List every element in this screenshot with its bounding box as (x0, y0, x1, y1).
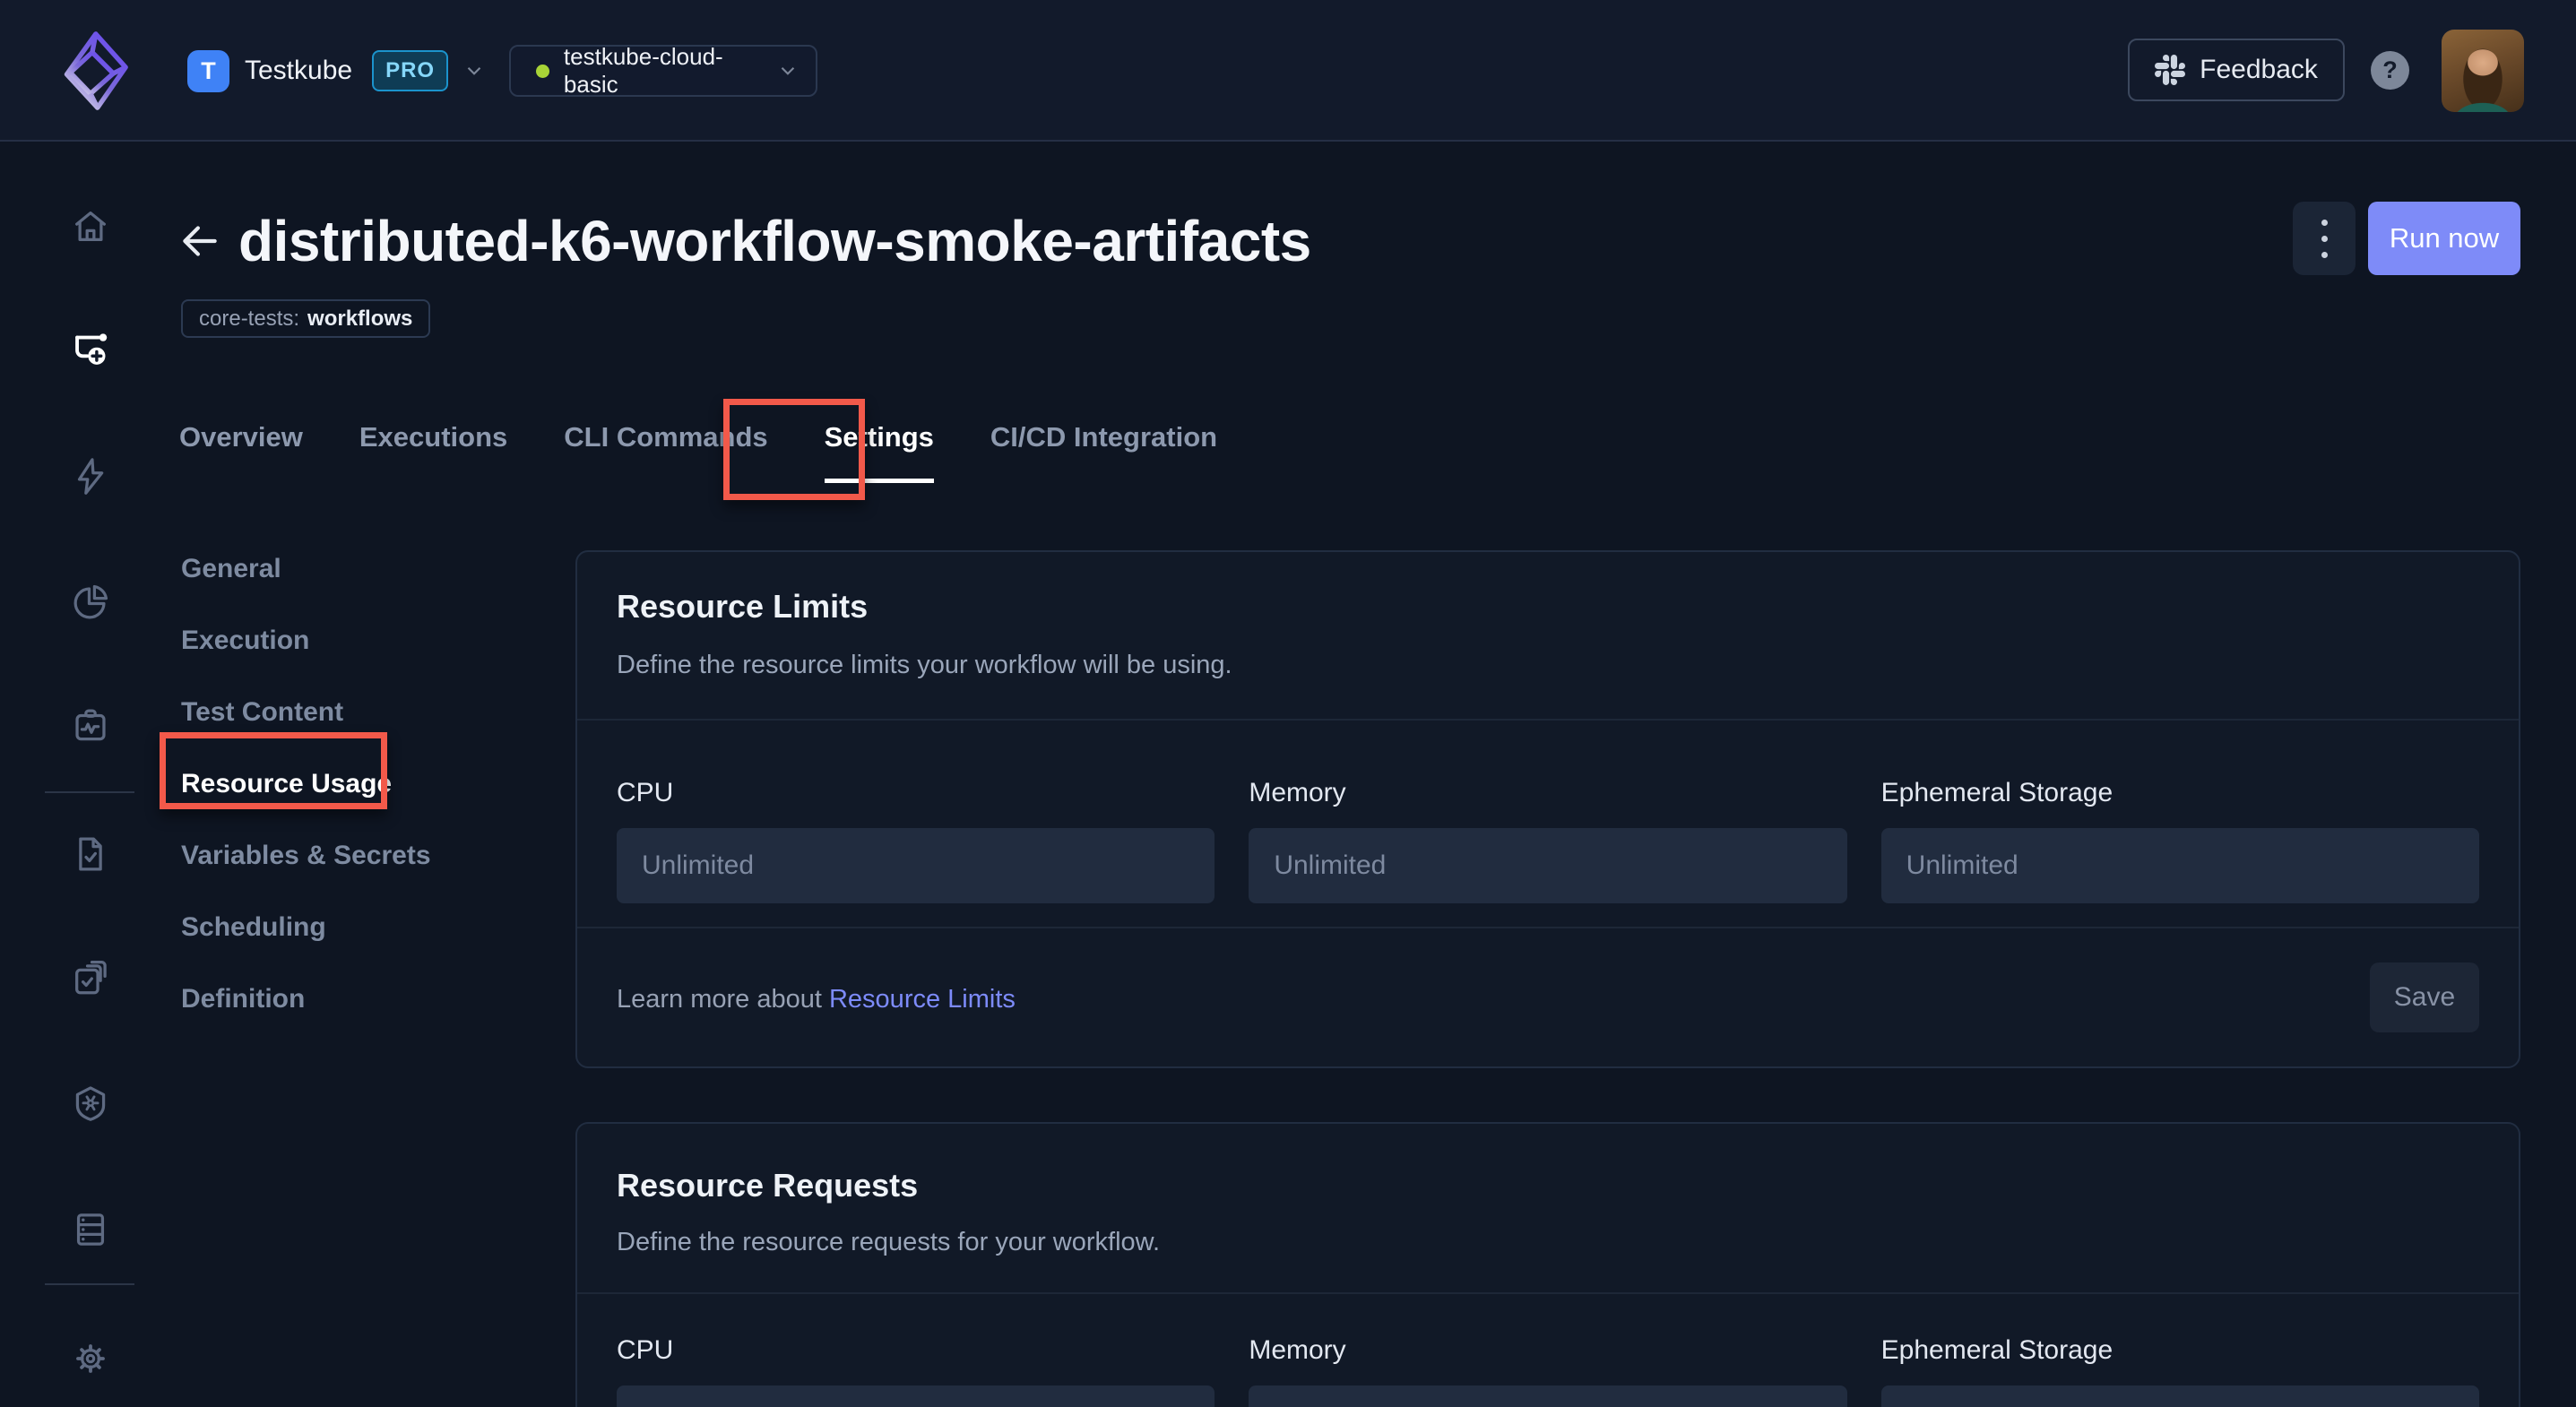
environment-selector[interactable]: testkube-cloud-basic (509, 45, 817, 97)
server-rack-icon (70, 1209, 111, 1250)
sidebar-item-home[interactable] (70, 206, 111, 247)
org-switcher[interactable]: T Testkube PRO (187, 49, 486, 92)
tab-executions[interactable]: Executions (359, 421, 507, 459)
health-monitor-icon (70, 705, 111, 747)
cpu-field: CPU (617, 1335, 1215, 1407)
cpu-input[interactable] (617, 1385, 1215, 1407)
card-description: Define the resource requests for your wo… (617, 1228, 1160, 1257)
cpu-field: CPU (617, 778, 1215, 903)
subnav-definition[interactable]: Definition (181, 984, 431, 1014)
settings-subnav: General Execution Test Content Resource … (181, 554, 431, 1014)
pie-chart-icon (70, 582, 111, 623)
tab-cli-commands[interactable]: CLI Commands (564, 421, 767, 459)
page-title: distributed-k6-workflow-smoke-artifacts (238, 208, 1311, 274)
feedback-button[interactable]: Feedback (2128, 39, 2345, 101)
sidebar-item-test-suites[interactable] (70, 958, 111, 999)
sidebar-item-executors[interactable] (70, 1209, 111, 1250)
memory-field: Memory (1249, 1335, 1846, 1407)
card-title: Resource Requests (617, 1167, 918, 1204)
lightning-icon (70, 456, 111, 497)
subnav-variables-secrets[interactable]: Variables & Secrets (181, 841, 431, 871)
cpu-label: CPU (617, 1335, 1215, 1366)
sidebar-divider (45, 1283, 134, 1285)
help-button[interactable]: ? (2371, 51, 2409, 90)
user-avatar[interactable] (2442, 30, 2524, 112)
resource-limits-link[interactable]: Resource Limits (829, 985, 1016, 1014)
sidebar-item-workflows[interactable] (70, 329, 111, 370)
arrow-left-icon (177, 219, 222, 263)
memory-label: Memory (1249, 1335, 1846, 1366)
card-description: Define the resource limits your workflow… (617, 651, 1232, 680)
ephemeral-storage-field: Ephemeral Storage (1881, 778, 2479, 903)
sidebar-item-settings[interactable] (70, 1338, 111, 1379)
cpu-label: CPU (617, 778, 1215, 808)
memory-input[interactable] (1249, 828, 1846, 903)
more-actions-button[interactable] (2293, 202, 2356, 275)
card-title: Resource Limits (617, 588, 868, 626)
sidebar-item-insights[interactable] (70, 582, 111, 623)
topbar: T Testkube PRO testkube-cloud-basic Feed… (0, 0, 2576, 142)
sidebar-item-tests[interactable] (70, 833, 111, 875)
environment-status-dot (536, 65, 549, 78)
divider (577, 719, 2519, 721)
home-icon (70, 206, 111, 247)
memory-input[interactable] (1249, 1385, 1846, 1407)
workflow-tabs: Overview Executions CLI Commands Setting… (179, 421, 1217, 483)
workflow-label-badge: core-tests: workflows (181, 299, 430, 338)
label-key: core-tests: (199, 306, 299, 332)
ephemeral-storage-input[interactable] (1881, 1385, 2479, 1407)
tab-overview[interactable]: Overview (179, 421, 303, 459)
sidebar-item-monitoring[interactable] (70, 705, 111, 747)
org-avatar: T (187, 50, 229, 92)
ephemeral-storage-label: Ephemeral Storage (1881, 1335, 2479, 1366)
memory-label: Memory (1249, 778, 1846, 808)
resource-limits-card: Resource Limits Define the resource limi… (575, 550, 2520, 1068)
ephemeral-storage-input[interactable] (1881, 828, 2479, 903)
divider (577, 927, 2519, 928)
sidebar-divider (45, 791, 134, 793)
run-now-button[interactable]: Run now (2368, 202, 2520, 275)
chevron-down-icon (462, 59, 486, 82)
label-value: workflows (307, 306, 412, 332)
resource-limits-fields: CPU Memory Ephemeral Storage (617, 778, 2479, 903)
ephemeral-storage-label: Ephemeral Storage (1881, 778, 2479, 808)
document-check-icon (70, 833, 111, 875)
divider (577, 1292, 2519, 1294)
documents-stack-icon (70, 958, 111, 999)
resource-requests-fields: CPU Memory Ephemeral Storage (617, 1335, 2479, 1407)
chevron-down-icon (776, 59, 800, 82)
resource-requests-card: Resource Requests Define the resource re… (575, 1122, 2520, 1407)
learn-more-text: Learn more about Resource Limits (617, 985, 1016, 1014)
subnav-general[interactable]: General (181, 554, 431, 584)
save-button[interactable]: Save (2370, 962, 2479, 1032)
memory-field: Memory (1249, 778, 1846, 903)
slack-icon (2155, 55, 2185, 85)
environment-name: testkube-cloud-basic (564, 43, 776, 99)
gear-icon (70, 1338, 111, 1379)
workflow-add-icon (70, 329, 111, 370)
tab-cicd-integration[interactable]: CI/CD Integration (990, 421, 1217, 459)
tab-settings[interactable]: Settings (825, 421, 934, 483)
testkube-logo-icon (47, 29, 131, 113)
back-button[interactable] (177, 219, 222, 263)
pro-badge: PRO (372, 50, 448, 91)
ephemeral-storage-field: Ephemeral Storage (1881, 1335, 2479, 1407)
cpu-input[interactable] (617, 828, 1215, 903)
sidebar-item-triggers[interactable] (70, 456, 111, 497)
sidebar-item-webhooks[interactable] (70, 1083, 111, 1125)
subnav-execution[interactable]: Execution (181, 626, 431, 656)
subnav-resource-usage[interactable]: Resource Usage (181, 769, 431, 799)
subnav-test-content[interactable]: Test Content (181, 697, 431, 728)
subnav-scheduling[interactable]: Scheduling (181, 912, 431, 943)
feedback-label: Feedback (2200, 55, 2318, 85)
shield-gear-icon (70, 1083, 111, 1125)
org-name: Testkube (245, 56, 352, 86)
